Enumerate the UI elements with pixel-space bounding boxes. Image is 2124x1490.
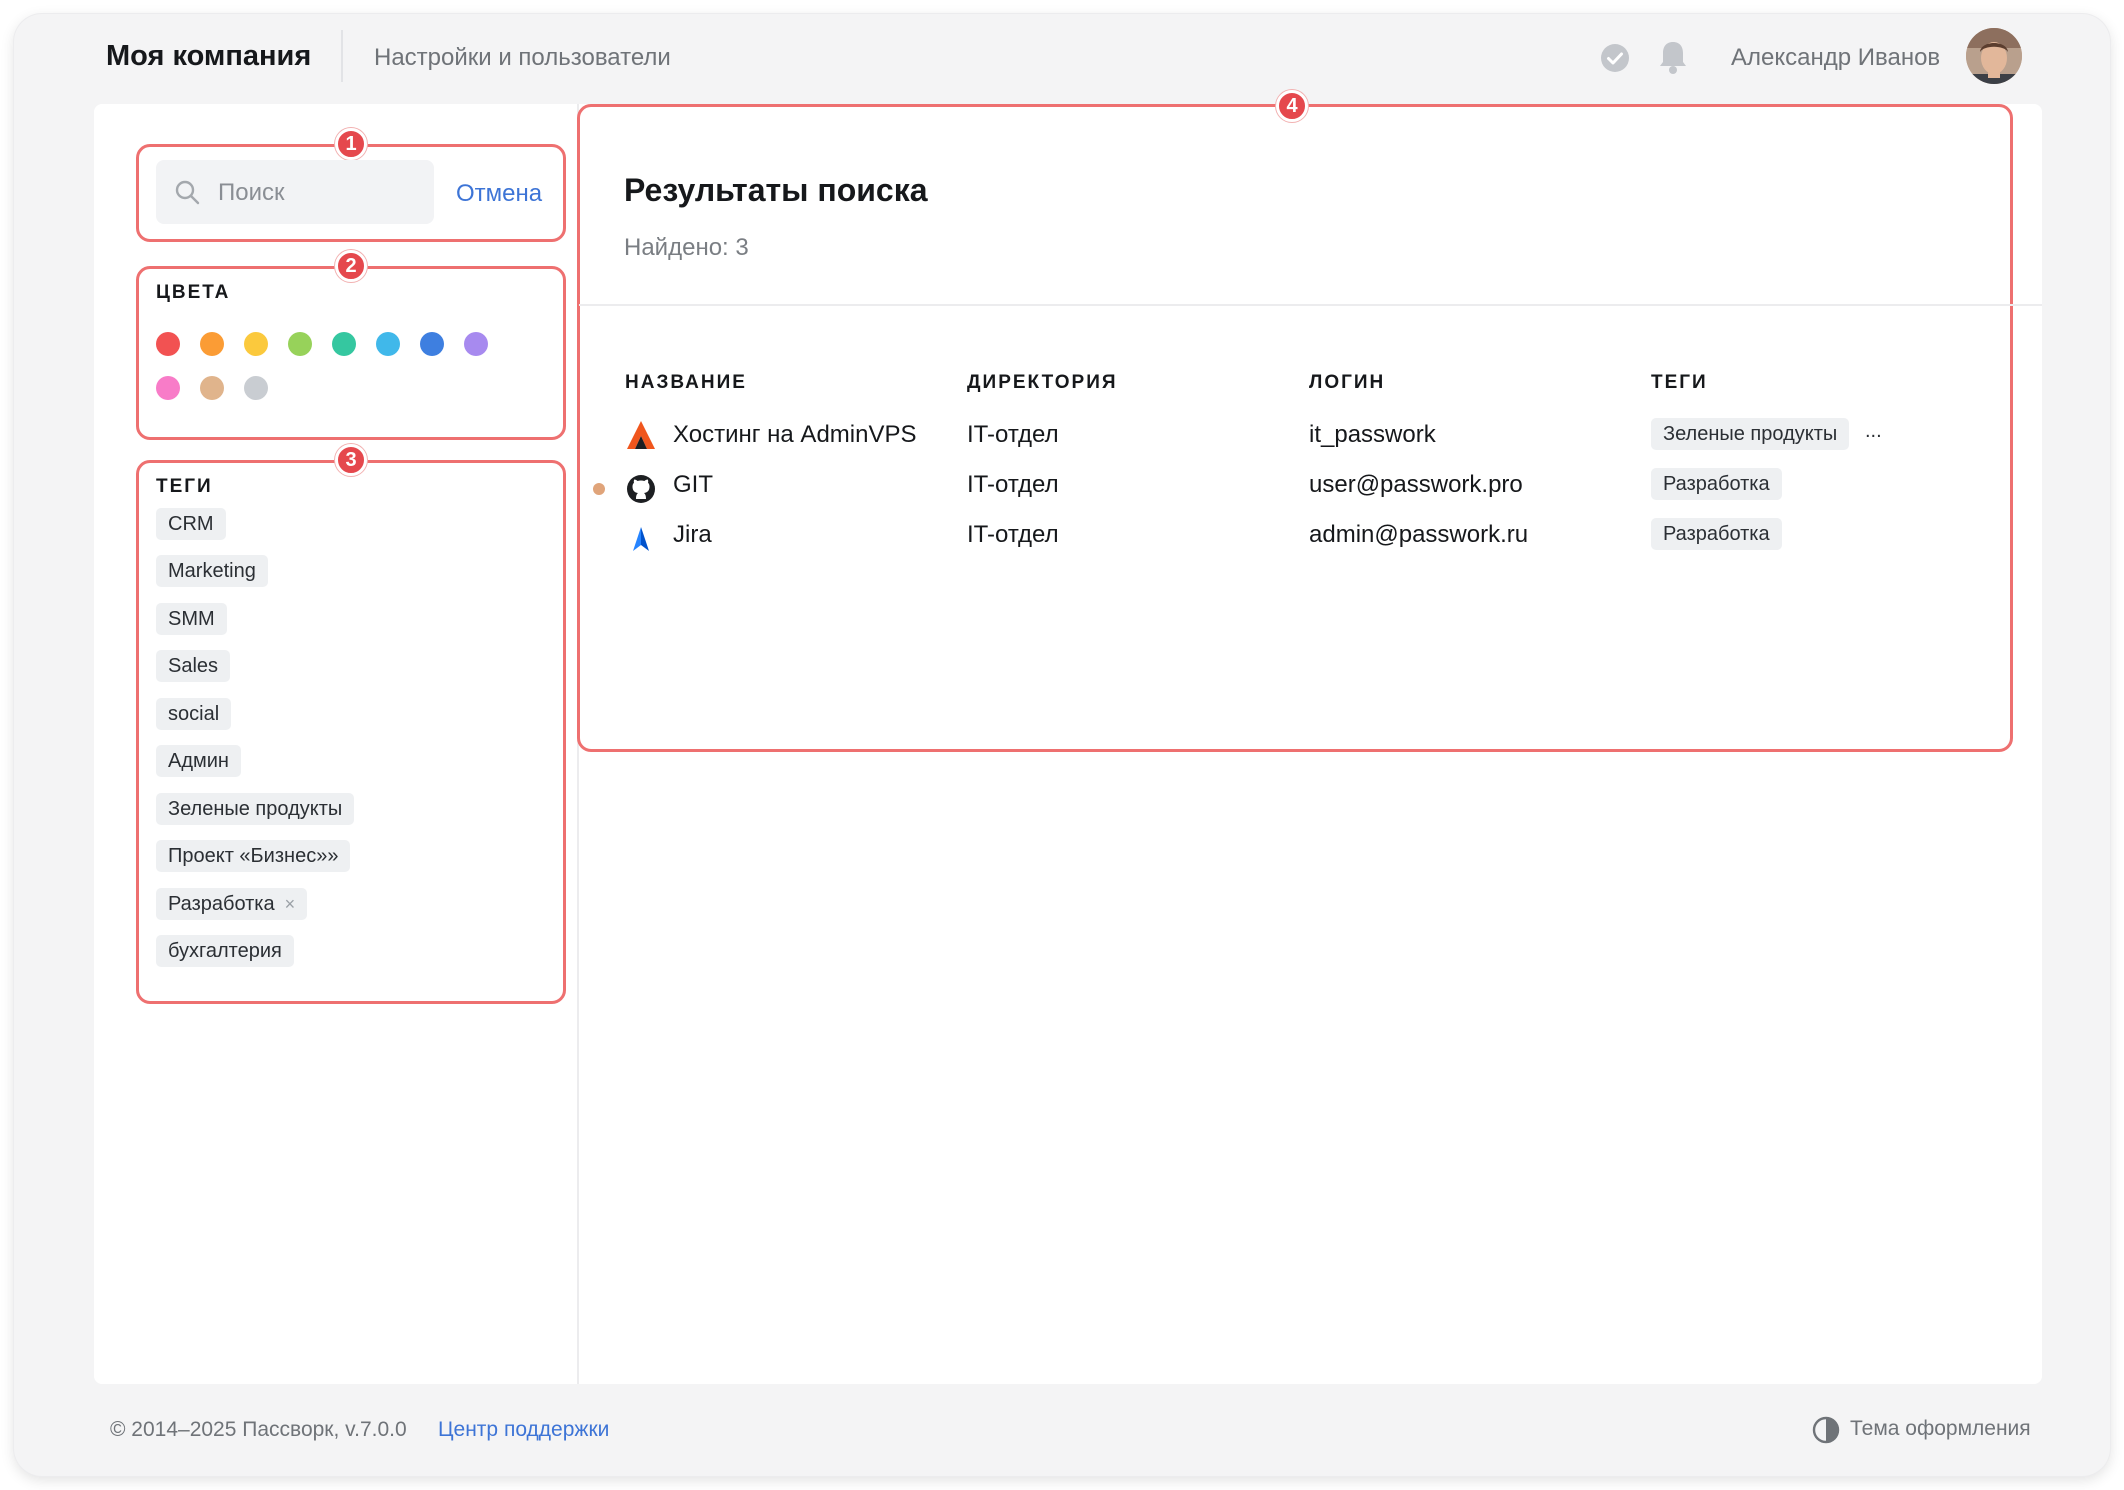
- tag-development-label: Разработка: [168, 893, 275, 915]
- tag-marketing[interactable]: Marketing: [156, 555, 268, 587]
- avatar-portrait-icon: [1966, 28, 2022, 84]
- row-tag[interactable]: Разработка: [1651, 468, 1782, 500]
- color-swatch[interactable]: [464, 332, 488, 356]
- row-directory: IT-отдел: [967, 421, 1059, 448]
- row-tag[interactable]: Разработка: [1651, 518, 1782, 550]
- annotation-badge-2: 2: [335, 250, 367, 282]
- search-results-panel: 4 Результаты поиска Найдено: 3 НАЗВАНИЕ …: [577, 90, 2042, 1384]
- support-center-link[interactable]: Центр поддержки: [438, 1418, 609, 1442]
- avatar[interactable]: [1966, 28, 2022, 84]
- tag-smm[interactable]: SMM: [156, 603, 227, 635]
- row-login[interactable]: user@passwork.pro: [1309, 471, 1523, 499]
- company-name[interactable]: Моя компания: [106, 40, 311, 73]
- row-tag[interactable]: Зеленые продукты: [1651, 418, 1850, 450]
- column-header-name[interactable]: НАЗВАНИЕ: [625, 372, 747, 394]
- color-swatch[interactable]: [288, 332, 312, 356]
- color-swatch[interactable]: [244, 376, 268, 400]
- results-title: Результаты поиска: [624, 172, 928, 208]
- colors-title: ЦВЕТА: [156, 282, 231, 303]
- row-directory: IT-отдел: [967, 471, 1059, 498]
- tag-sales[interactable]: Sales: [156, 650, 231, 682]
- color-swatch[interactable]: [156, 376, 180, 400]
- search-placeholder: Поиск: [218, 179, 285, 206]
- row-name: Jira: [673, 521, 712, 548]
- settings-and-users-link[interactable]: Настройки и пользователи: [374, 44, 671, 72]
- app-window: Моя компания Настройки и пользователи Ал…: [14, 14, 2110, 1476]
- row-name: Хостинг на AdminVPS: [673, 421, 917, 448]
- column-header-directory[interactable]: ДИРЕКТОРИЯ: [967, 372, 1118, 394]
- main-card: 1 Поиск Отмена 2 ЦВЕТА 3 ТЕГИ CRM Market…: [94, 90, 2042, 1384]
- cancel-button[interactable]: Отмена: [456, 180, 542, 208]
- tag-admin[interactable]: Админ: [156, 745, 241, 777]
- row-directory: IT-отдел: [967, 521, 1059, 548]
- color-swatch[interactable]: [420, 332, 444, 356]
- results-divider: [579, 304, 2042, 306]
- color-swatch[interactable]: [376, 332, 400, 356]
- theme-label: Тема оформления: [1850, 1417, 2031, 1440]
- search-input[interactable]: Поиск: [156, 160, 434, 224]
- tags-title: ТЕГИ: [156, 476, 213, 497]
- color-swatch[interactable]: [156, 332, 180, 356]
- tag-social[interactable]: social: [156, 698, 232, 730]
- contrast-icon: [1812, 1416, 1840, 1444]
- tag-crm[interactable]: CRM: [156, 508, 226, 540]
- copyright-text: © 2014–2025 Пассворк, v.7.0.0: [110, 1418, 407, 1441]
- search-icon: [175, 180, 200, 205]
- check-circle-icon[interactable]: [1599, 42, 1631, 74]
- row-login[interactable]: it_passwork: [1309, 421, 1436, 449]
- github-icon: [627, 475, 655, 503]
- color-marker-dot: [593, 483, 605, 495]
- filters-sidebar: 1 Поиск Отмена 2 ЦВЕТА 3 ТЕГИ CRM Market…: [94, 104, 579, 1384]
- annotation-badge-3: 3: [335, 444, 367, 476]
- tag-development-active[interactable]: Разработка ×: [156, 888, 308, 920]
- color-swatch[interactable]: [200, 376, 224, 400]
- remove-tag-icon[interactable]: ×: [285, 894, 296, 914]
- color-swatch[interactable]: [332, 332, 356, 356]
- row-login[interactable]: admin@passwork.ru: [1309, 521, 1528, 549]
- column-header-tags[interactable]: ТЕГИ: [1651, 372, 1708, 394]
- tag-business-project[interactable]: Проект «Бизнес»»: [156, 840, 351, 872]
- header-divider: [341, 30, 343, 82]
- more-tags-indicator[interactable]: ...: [1865, 420, 1882, 443]
- row-name: GIT: [673, 471, 713, 498]
- top-bar: Моя компания Настройки и пользователи Ал…: [14, 14, 2110, 104]
- annotation-badge-1: 1: [335, 128, 367, 160]
- highlight-tags: [136, 460, 566, 1004]
- bell-icon[interactable]: [1656, 38, 1690, 76]
- column-header-login[interactable]: ЛОГИН: [1309, 372, 1385, 394]
- color-swatch[interactable]: [200, 332, 224, 356]
- adminvps-icon: [627, 421, 655, 449]
- results-count: Найдено: 3: [624, 234, 749, 261]
- tag-accounting[interactable]: бухгалтерия: [156, 935, 294, 967]
- color-swatch[interactable]: [244, 332, 268, 356]
- tag-green-products[interactable]: Зеленые продукты: [156, 793, 355, 825]
- user-name[interactable]: Александр Иванов: [1731, 44, 1940, 72]
- annotation-badge-4: 4: [1276, 90, 1308, 122]
- jira-icon: [633, 527, 649, 551]
